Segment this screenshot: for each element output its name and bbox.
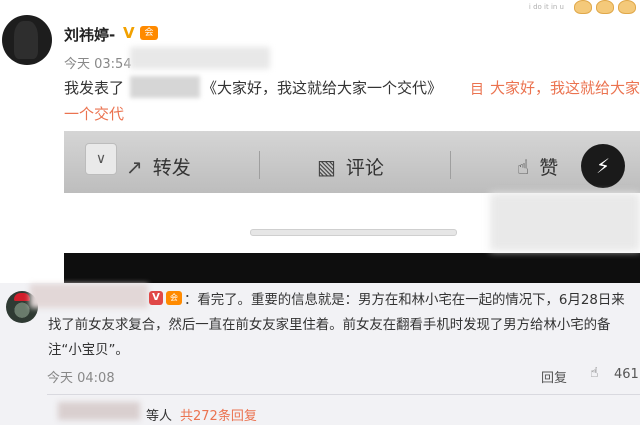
comment-button[interactable]: ▧ 评论 bbox=[317, 153, 384, 180]
comment-label: 评论 bbox=[345, 157, 384, 179]
thumbs-up-icon: ☝ bbox=[517, 154, 530, 179]
decoration-text: i do it in u bbox=[528, 3, 564, 11]
like-button[interactable]: ☝ 赞 bbox=[517, 153, 558, 180]
header-decoration: i do it in u bbox=[529, 0, 636, 14]
redacted-source bbox=[130, 47, 270, 69]
embed-media-strip bbox=[64, 253, 640, 285]
chevron-down-icon[interactable]: ∨ bbox=[85, 143, 117, 175]
article-link-continued[interactable]: 一个交代 bbox=[64, 103, 124, 124]
article-link-icon[interactable]: 目 bbox=[470, 79, 484, 99]
comment-like-count[interactable]: 4611 bbox=[614, 367, 640, 382]
redacted-replier-names bbox=[58, 402, 140, 420]
replies-others-label: 等人 bbox=[146, 409, 173, 424]
dessert-sticker-icon bbox=[618, 0, 636, 14]
embed-action-bar: ∨ ↗ 转发 ▧ 评论 ☝ 赞 ⚡ bbox=[64, 131, 640, 193]
repost-button[interactable]: ↗ 转发 bbox=[126, 153, 191, 180]
verified-badge-icon: V bbox=[123, 24, 135, 42]
lightning-icon[interactable]: ⚡ bbox=[581, 144, 625, 188]
view-all-replies-link[interactable]: 共272条回复 bbox=[180, 405, 257, 424]
like-label: 赞 bbox=[539, 157, 559, 179]
redacted-text bbox=[130, 76, 200, 98]
divider bbox=[47, 394, 640, 395]
comment-timestamp: 今天 04:08 bbox=[47, 371, 115, 386]
post-timestamp[interactable]: 今天 03:54 bbox=[64, 53, 132, 72]
divider bbox=[450, 151, 451, 179]
repost-label: 转发 bbox=[152, 157, 191, 179]
dessert-sticker-icon bbox=[574, 0, 592, 14]
post-text-prefix: 我发表了 bbox=[64, 79, 125, 97]
share-arrow-icon: ↗ bbox=[126, 154, 143, 179]
comment-bubble-icon: ▧ bbox=[317, 154, 336, 179]
comment-text: ：看完了。重要的信息就是：男方在和林小宅在一起的情况下，6月28日来找了前女友求… bbox=[48, 293, 625, 358]
divider bbox=[259, 151, 260, 179]
post-article-title: 《大家好，我这就给大家一个交代》 bbox=[202, 79, 443, 97]
thumbs-up-icon[interactable]: ☝ bbox=[590, 365, 599, 381]
reply-button[interactable]: 回复 bbox=[541, 367, 567, 386]
dessert-sticker-icon bbox=[596, 0, 614, 14]
author-name[interactable]: 刘祎婷- bbox=[64, 24, 115, 45]
embed-scrollbar[interactable] bbox=[250, 229, 457, 236]
redacted-area bbox=[490, 193, 640, 251]
article-link[interactable]: 大家好，我这就给大家 bbox=[490, 77, 640, 98]
author-avatar[interactable] bbox=[2, 15, 52, 65]
member-badge-icon: 会 bbox=[140, 26, 158, 40]
